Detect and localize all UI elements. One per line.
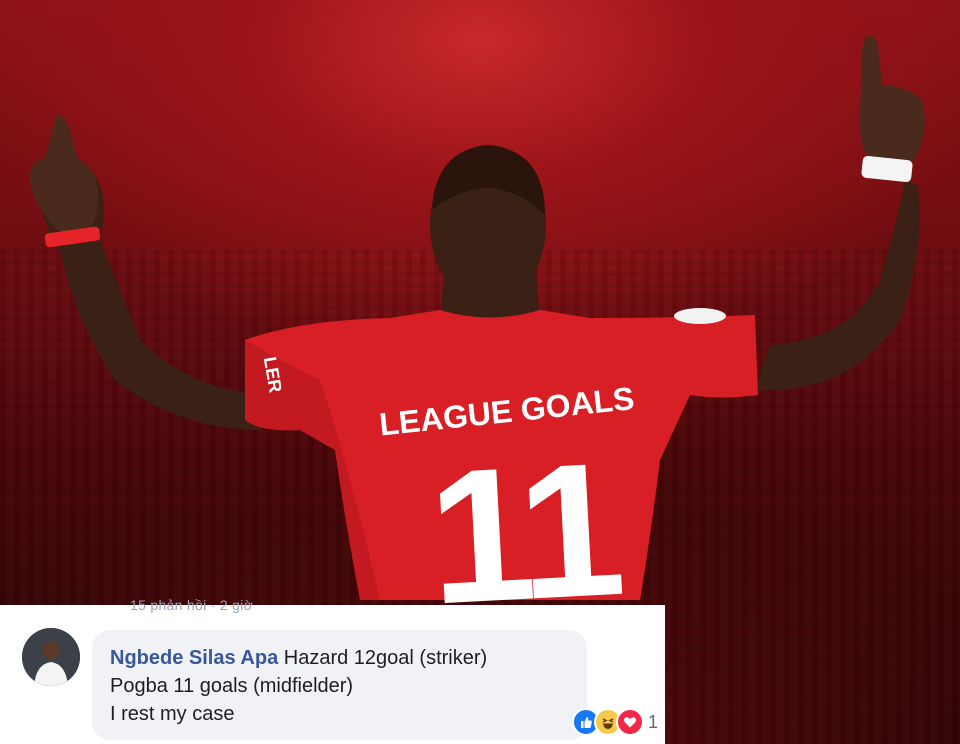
left-hand: [30, 114, 99, 236]
comment-text-2: Pogba 11 goals (midfielder): [110, 675, 354, 697]
user-avatar-icon: [22, 628, 80, 686]
reaction-count: 1: [648, 711, 659, 732]
right-hand: [859, 36, 925, 170]
premier-league-badge: [674, 308, 726, 324]
love-icon: [616, 708, 644, 736]
comment-text-3: I rest my case: [110, 703, 235, 725]
comment-text-1: Hazard 12goal (striker): [283, 647, 488, 669]
comment-body: Ngbede Silas Apa Hazard 12goal (striker)…: [110, 644, 577, 728]
facebook-comment: 15 phản hồi · 2 giờ Ngbede Silas Apa Haz…: [0, 597, 665, 744]
previous-comment-meta[interactable]: 15 phản hồi · 2 giờ: [130, 597, 253, 613]
reaction-summary[interactable]: 1: [572, 705, 665, 739]
comment-bubble: Ngbede Silas Apa Hazard 12goal (striker)…: [92, 630, 587, 740]
comment-line-1: Ngbede Silas Apa Hazard 12goal (striker): [110, 644, 577, 672]
right-arm: [755, 180, 920, 391]
comment-author-link[interactable]: Ngbede Silas Apa: [110, 647, 278, 669]
avatar[interactable]: [22, 628, 80, 686]
